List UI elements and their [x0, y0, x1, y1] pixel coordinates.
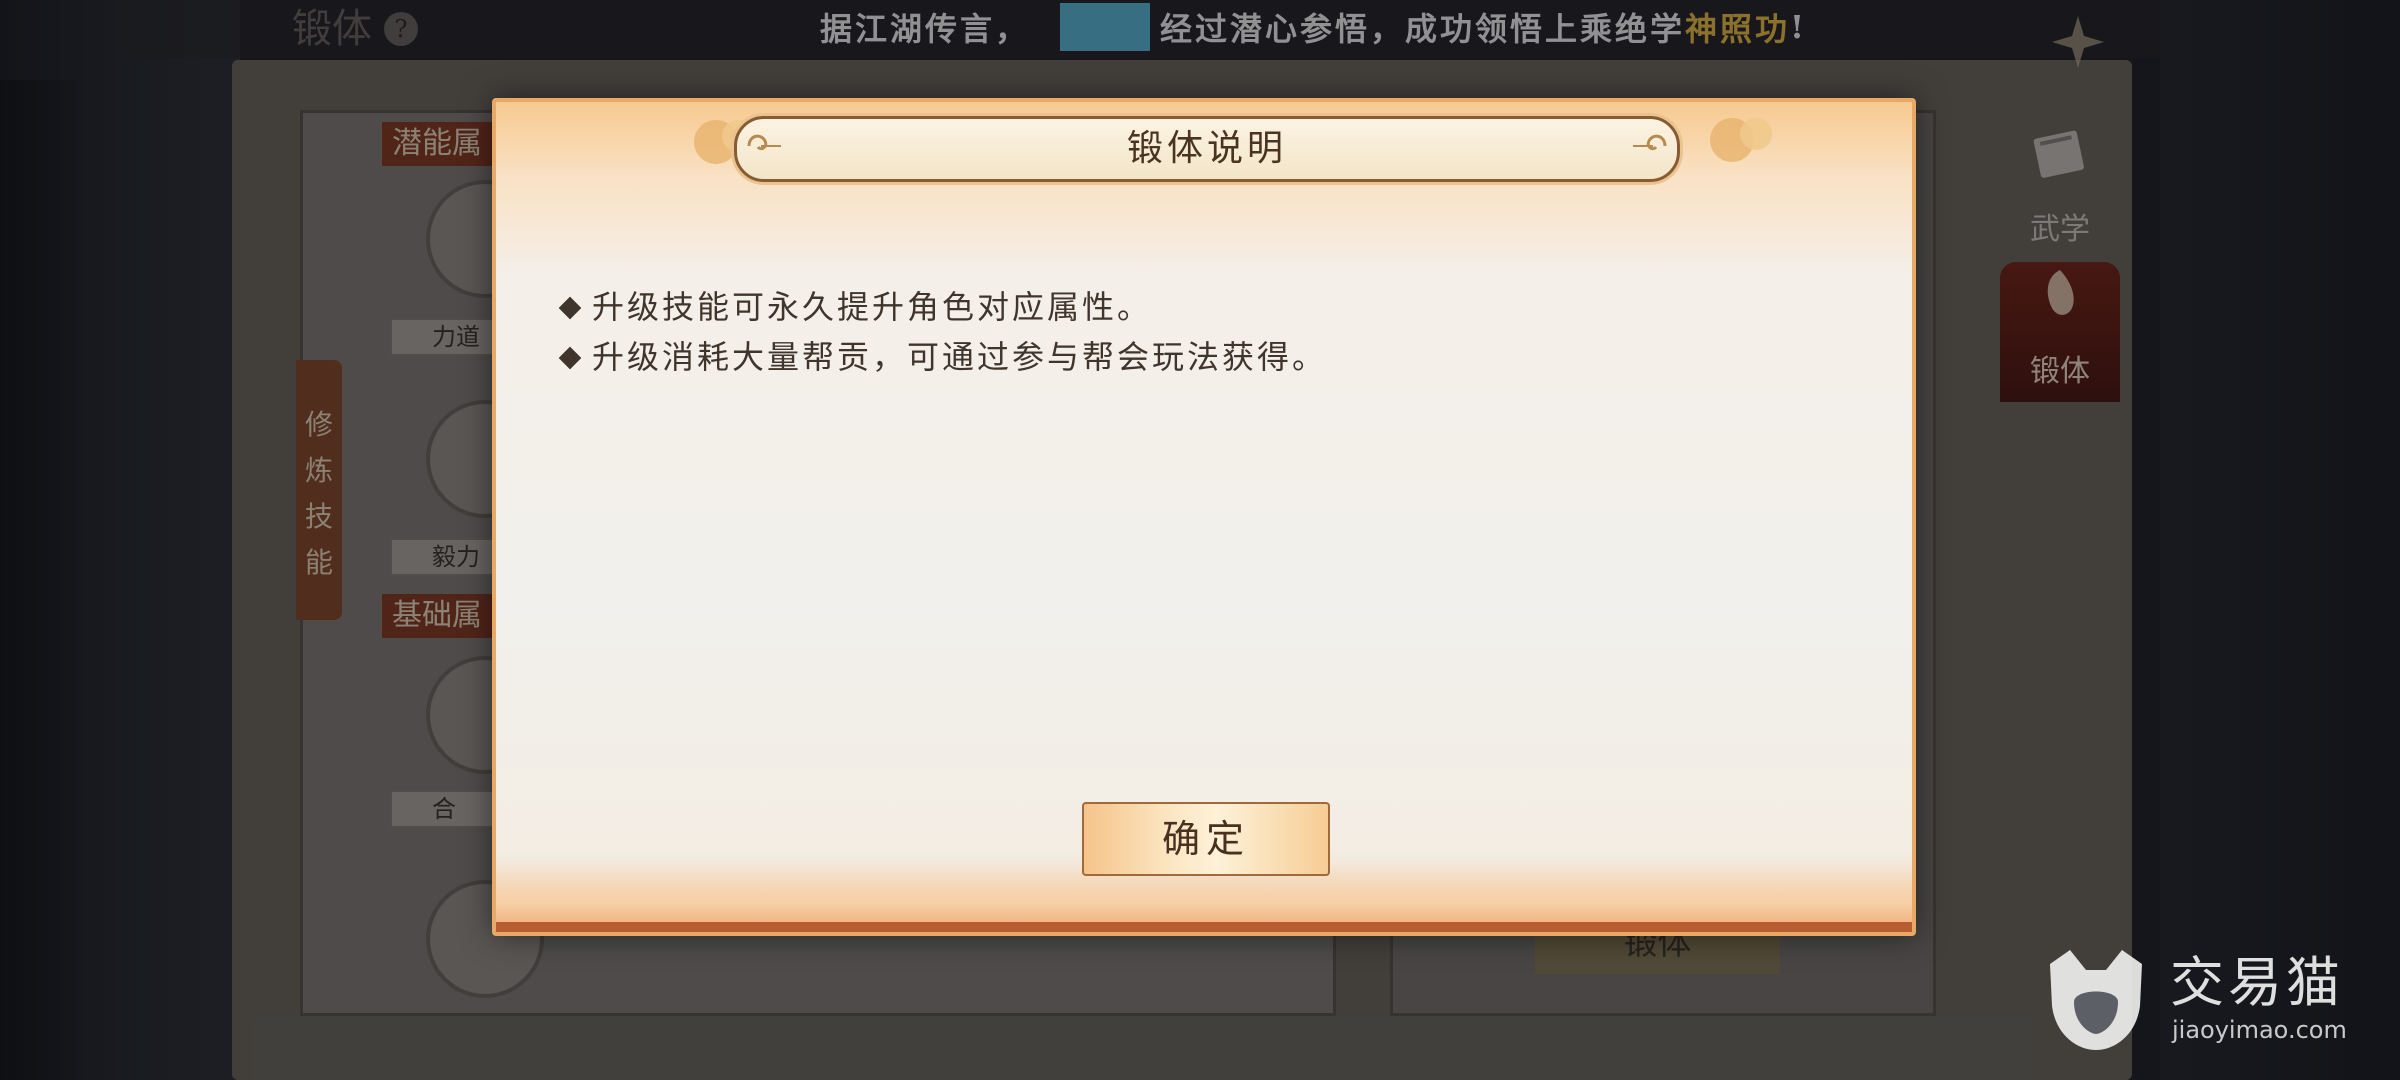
forge-body-info-dialog: 锻体说明 升级技能可永久提升角色对应属性。 升级消耗大量帮贡，可通过参与帮会玩法…	[492, 98, 1916, 936]
info-line-text: 升级消耗大量帮贡，可通过参与帮会玩法获得。	[592, 338, 1328, 376]
scroll-ornament-icon	[1633, 134, 1667, 151]
info-line: 升级技能可永久提升角色对应属性。	[556, 282, 1836, 332]
bullet-diamond-icon	[558, 346, 582, 369]
info-line-text: 升级技能可永久提升角色对应属性。	[592, 288, 1153, 326]
cat-logo-icon	[2050, 950, 2142, 1050]
dialog-bottom-edge	[496, 922, 1912, 932]
confirm-button[interactable]: 确定	[1082, 802, 1330, 876]
watermark: 交易猫 jiaoyimao.com	[2036, 944, 2376, 1054]
cloud-ornament-icon	[1710, 118, 1772, 162]
watermark-brand: 交易猫	[2170, 951, 2344, 1014]
info-line: 升级消耗大量帮贡，可通过参与帮会玩法获得。	[556, 332, 1836, 382]
bullet-diamond-icon	[558, 296, 582, 319]
dialog-body: 升级技能可永久提升角色对应属性。 升级消耗大量帮贡，可通过参与帮会玩法获得。	[556, 282, 1836, 382]
watermark-url: jiaoyimao.com	[2172, 1016, 2347, 1044]
dialog-title-plate: 锻体说明	[734, 116, 1680, 182]
dialog-title: 锻体说明	[1126, 128, 1287, 169]
